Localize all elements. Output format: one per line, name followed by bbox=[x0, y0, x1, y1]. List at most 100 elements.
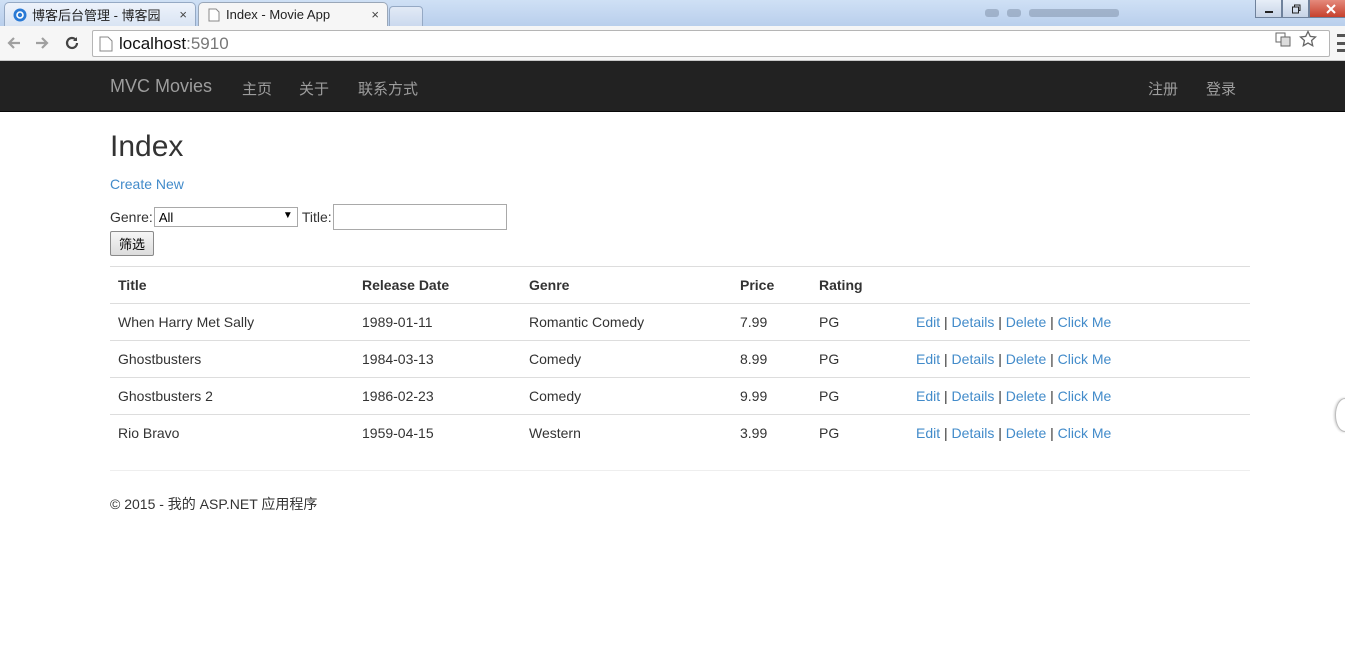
click-me-link[interactable]: Click Me bbox=[1058, 314, 1112, 330]
footer-copyright: © 2015 - 我的 ASP.NET 应用程序 bbox=[110, 496, 318, 512]
back-arrow-icon bbox=[7, 37, 20, 49]
browser-tab-1[interactable]: 博客后台管理 - 博客园 × bbox=[4, 2, 196, 26]
browser-tab-strip: 博客后台管理 - 博客园 × Index - Movie App × bbox=[0, 0, 1345, 26]
click-me-link[interactable]: Click Me bbox=[1058, 425, 1112, 441]
reload-icon bbox=[65, 36, 79, 50]
browser-menu-icon[interactable] bbox=[1337, 34, 1345, 52]
cell-title: When Harry Met Sally bbox=[110, 303, 354, 341]
address-host: localhost bbox=[119, 33, 187, 53]
restore-button[interactable] bbox=[1282, 0, 1309, 18]
action-separator: | bbox=[944, 314, 948, 330]
genre-selected-value: All bbox=[158, 209, 174, 225]
action-separator: | bbox=[944, 425, 948, 442]
cell-rating: PG bbox=[811, 414, 908, 452]
delete-link[interactable]: Delete bbox=[1006, 314, 1046, 330]
back-button[interactable] bbox=[3, 32, 25, 54]
header-actions bbox=[908, 266, 1250, 304]
click-me-link[interactable]: Click Me bbox=[1058, 351, 1112, 367]
close-window-button[interactable] bbox=[1309, 0, 1345, 18]
table-row: Ghostbusters 2 1986-02-23 Comedy 9.99 PG Edit… bbox=[110, 377, 1250, 415]
address-bar[interactable]: localhost:5910 bbox=[92, 30, 1330, 57]
cell-actions: Edit | Details | Delete | Click Me bbox=[908, 377, 1250, 415]
cnblogs-icon bbox=[13, 8, 27, 22]
forward-button[interactable] bbox=[31, 32, 53, 54]
cell-genre: Comedy bbox=[521, 377, 732, 415]
floating-widget[interactable] bbox=[1335, 398, 1345, 432]
details-link[interactable]: Details bbox=[952, 425, 995, 441]
filter-form: Genre: All ▼ Title: bbox=[110, 204, 507, 230]
action-separator: | bbox=[1050, 351, 1054, 367]
nav-contact[interactable]: 联系方式 bbox=[358, 78, 418, 99]
minimize-button[interactable] bbox=[1255, 0, 1282, 18]
action-separator: | bbox=[1050, 388, 1054, 404]
action-separator: | bbox=[998, 351, 1002, 367]
cell-price: 9.99 bbox=[732, 377, 811, 415]
nav-login[interactable]: 登录 bbox=[1206, 78, 1236, 99]
profile-area bbox=[985, 6, 1165, 20]
close-tab-icon[interactable]: × bbox=[179, 7, 187, 22]
details-link[interactable]: Details bbox=[952, 388, 995, 404]
bookmark-star-icon[interactable] bbox=[1299, 30, 1317, 48]
page-icon bbox=[99, 36, 113, 51]
page-title: Index bbox=[110, 130, 184, 163]
delete-link[interactable]: Delete bbox=[1006, 351, 1046, 367]
delete-link[interactable]: Delete bbox=[1006, 388, 1046, 404]
action-separator: | bbox=[944, 388, 948, 404]
reload-button[interactable] bbox=[61, 32, 83, 54]
movies-table: Title Release Date Genre Price Rating Wh… bbox=[110, 266, 1250, 452]
delete-link[interactable]: Delete bbox=[1006, 425, 1046, 441]
site-navbar: MVC Movies 主页 关于 联系方式 注册 登录 bbox=[0, 61, 1345, 112]
cell-price: 8.99 bbox=[732, 340, 811, 378]
cell-genre: Romantic Comedy bbox=[521, 303, 732, 341]
table-header-row: Title Release Date Genre Price Rating bbox=[110, 266, 1250, 304]
action-separator: | bbox=[998, 314, 1002, 330]
title-input[interactable] bbox=[332, 204, 507, 230]
header-rating: Rating bbox=[811, 266, 908, 304]
cell-actions: Edit | Details | Delete | Click Me bbox=[908, 303, 1250, 341]
edit-link[interactable]: Edit bbox=[916, 351, 940, 367]
cell-price: 7.99 bbox=[732, 303, 811, 341]
new-tab-button[interactable] bbox=[389, 6, 423, 26]
table-row: Rio Bravo 1959-04-15 Western 3.99 PG Edit | D… bbox=[110, 414, 1250, 452]
edit-link[interactable]: Edit bbox=[916, 388, 940, 404]
nav-about[interactable]: 关于 bbox=[299, 78, 329, 99]
genre-label: Genre: bbox=[110, 209, 153, 225]
dropdown-arrow-icon: ▼ bbox=[282, 210, 293, 221]
header-release-date: Release Date bbox=[354, 266, 521, 304]
nav-register[interactable]: 注册 bbox=[1148, 78, 1178, 99]
cell-actions: Edit | Details | Delete | Click Me bbox=[908, 340, 1250, 378]
page-icon bbox=[207, 8, 221, 22]
click-me-link[interactable]: Click Me bbox=[1058, 388, 1112, 404]
title-label: Title: bbox=[301, 209, 332, 225]
action-separator: | bbox=[998, 388, 1002, 404]
tab-title: 博客后台管理 - 博客园 bbox=[32, 8, 161, 23]
cell-actions: Edit | Details | Delete | Click Me bbox=[908, 414, 1250, 452]
edit-link[interactable]: Edit bbox=[916, 314, 940, 330]
brand-link[interactable]: MVC Movies bbox=[110, 76, 212, 97]
cell-release-date: 1984-03-13 bbox=[354, 340, 521, 378]
cell-release-date: 1986-02-23 bbox=[354, 377, 521, 415]
header-title: Title bbox=[110, 266, 354, 304]
cell-release-date: 1989-01-11 bbox=[354, 303, 521, 341]
nav-home[interactable]: 主页 bbox=[242, 78, 272, 99]
cell-title: Ghostbusters bbox=[110, 340, 354, 378]
browser-toolbar: localhost:5910 bbox=[0, 26, 1345, 61]
action-separator: | bbox=[944, 351, 948, 367]
translate-icon[interactable] bbox=[1275, 31, 1291, 47]
details-link[interactable]: Details bbox=[952, 351, 995, 367]
cell-rating: PG bbox=[811, 303, 908, 341]
cell-price: 3.99 bbox=[732, 414, 811, 452]
cell-genre: Comedy bbox=[521, 340, 732, 378]
close-tab-icon[interactable]: × bbox=[371, 7, 379, 22]
genre-select[interactable]: All ▼ bbox=[153, 207, 298, 227]
header-genre: Genre bbox=[521, 266, 732, 304]
details-link[interactable]: Details bbox=[952, 314, 995, 330]
cell-rating: PG bbox=[811, 377, 908, 415]
browser-tab-2[interactable]: Index - Movie App × bbox=[198, 2, 388, 26]
action-separator: | bbox=[1050, 425, 1054, 442]
edit-link[interactable]: Edit bbox=[916, 425, 940, 441]
header-price: Price bbox=[732, 266, 811, 304]
filter-submit-button[interactable]: 筛选 bbox=[110, 231, 154, 256]
cell-title: Rio Bravo bbox=[110, 414, 354, 452]
create-new-link[interactable]: Create New bbox=[110, 176, 184, 192]
